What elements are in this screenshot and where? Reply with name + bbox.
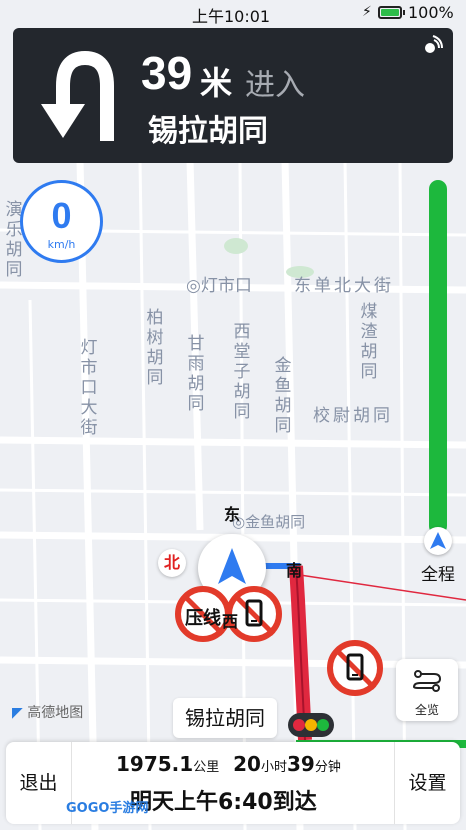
remaining-distance: 1975.1 xyxy=(116,752,194,776)
no-phone-sign-ahead xyxy=(327,640,383,696)
distance-unit: 公里 xyxy=(193,760,220,775)
guidance-unit: 米 xyxy=(200,64,233,102)
amap-logo: ◤ 高德地图 xyxy=(12,705,84,721)
guidance-distance: 39 xyxy=(141,47,193,99)
guidance-panel: 39 米 进入 锡拉胡同 xyxy=(13,28,453,163)
map-label-meizha: 煤渣胡同 xyxy=(360,302,378,382)
remaining-minutes: 39 xyxy=(287,752,315,776)
map-label-dengshikou-station: ◎灯市口 xyxy=(186,276,252,296)
settings-button[interactable]: 设置 xyxy=(394,742,460,824)
map-label-xiaowei: 校尉胡同 xyxy=(313,406,393,426)
route-overview-icon xyxy=(412,670,442,692)
compass-south: 南 xyxy=(286,561,303,580)
progress-label: 全程 xyxy=(421,565,455,585)
speed-unit: km/h xyxy=(47,238,76,251)
route-progress-bar xyxy=(429,180,447,535)
compass-north: 北 xyxy=(158,549,186,577)
logo-icon: ◤ xyxy=(12,705,23,721)
sign-text: 压线 xyxy=(185,608,221,629)
map-label-dongdan: 东单北大街 xyxy=(294,276,394,296)
compass-west: 西 xyxy=(222,612,239,631)
trip-stats: 1975.1公里 20小时39分钟 xyxy=(116,752,341,776)
status-bar: 上午10:01 ⚡ 100% xyxy=(0,0,466,26)
overview-label: 全览 xyxy=(414,703,439,717)
map-label-jinyu-horizontal: ◎金鱼胡同 xyxy=(232,513,306,531)
speedometer: 0 km/h xyxy=(20,180,103,263)
map-label-ganyu: 甘雨胡同 xyxy=(187,334,205,414)
charging-icon: ⚡ xyxy=(362,4,372,20)
status-time: 上午10:01 xyxy=(192,7,271,26)
progress-car-icon xyxy=(424,527,452,555)
exit-button[interactable]: 退出 xyxy=(6,742,72,824)
u-turn-icon xyxy=(41,50,114,141)
traffic-light-icon xyxy=(288,713,334,737)
speed-value: 0 xyxy=(51,195,72,236)
guidance-action: 进入 xyxy=(245,68,305,103)
map-label-baishu: 柏树胡同 xyxy=(146,308,164,388)
minutes-unit: 分钟 xyxy=(314,760,341,775)
arrival-time: 明天上午6:40到达 xyxy=(130,790,317,815)
compass-east: 东 xyxy=(224,505,241,524)
phone-icon xyxy=(346,653,364,681)
map-label-dengshikou-street: 灯市口大街 xyxy=(80,338,98,438)
hours-unit: 小时 xyxy=(260,760,287,775)
map-label-xitangzi: 西堂子胡同 xyxy=(233,322,251,422)
current-road-label: 锡拉胡同 xyxy=(173,698,277,738)
guidance-road: 锡拉胡同 xyxy=(148,114,268,149)
map-label-jinyu-vertical: 金鱼胡同 xyxy=(274,356,292,436)
phone-icon xyxy=(245,599,263,627)
battery-icon xyxy=(378,6,405,19)
overview-button[interactable]: 全览 xyxy=(396,659,458,721)
watermark: GOGO手游网 xyxy=(66,801,149,816)
battery-percent: 100% xyxy=(408,3,454,22)
remaining-hours: 20 xyxy=(233,752,261,776)
voice-icon[interactable] xyxy=(421,35,443,57)
